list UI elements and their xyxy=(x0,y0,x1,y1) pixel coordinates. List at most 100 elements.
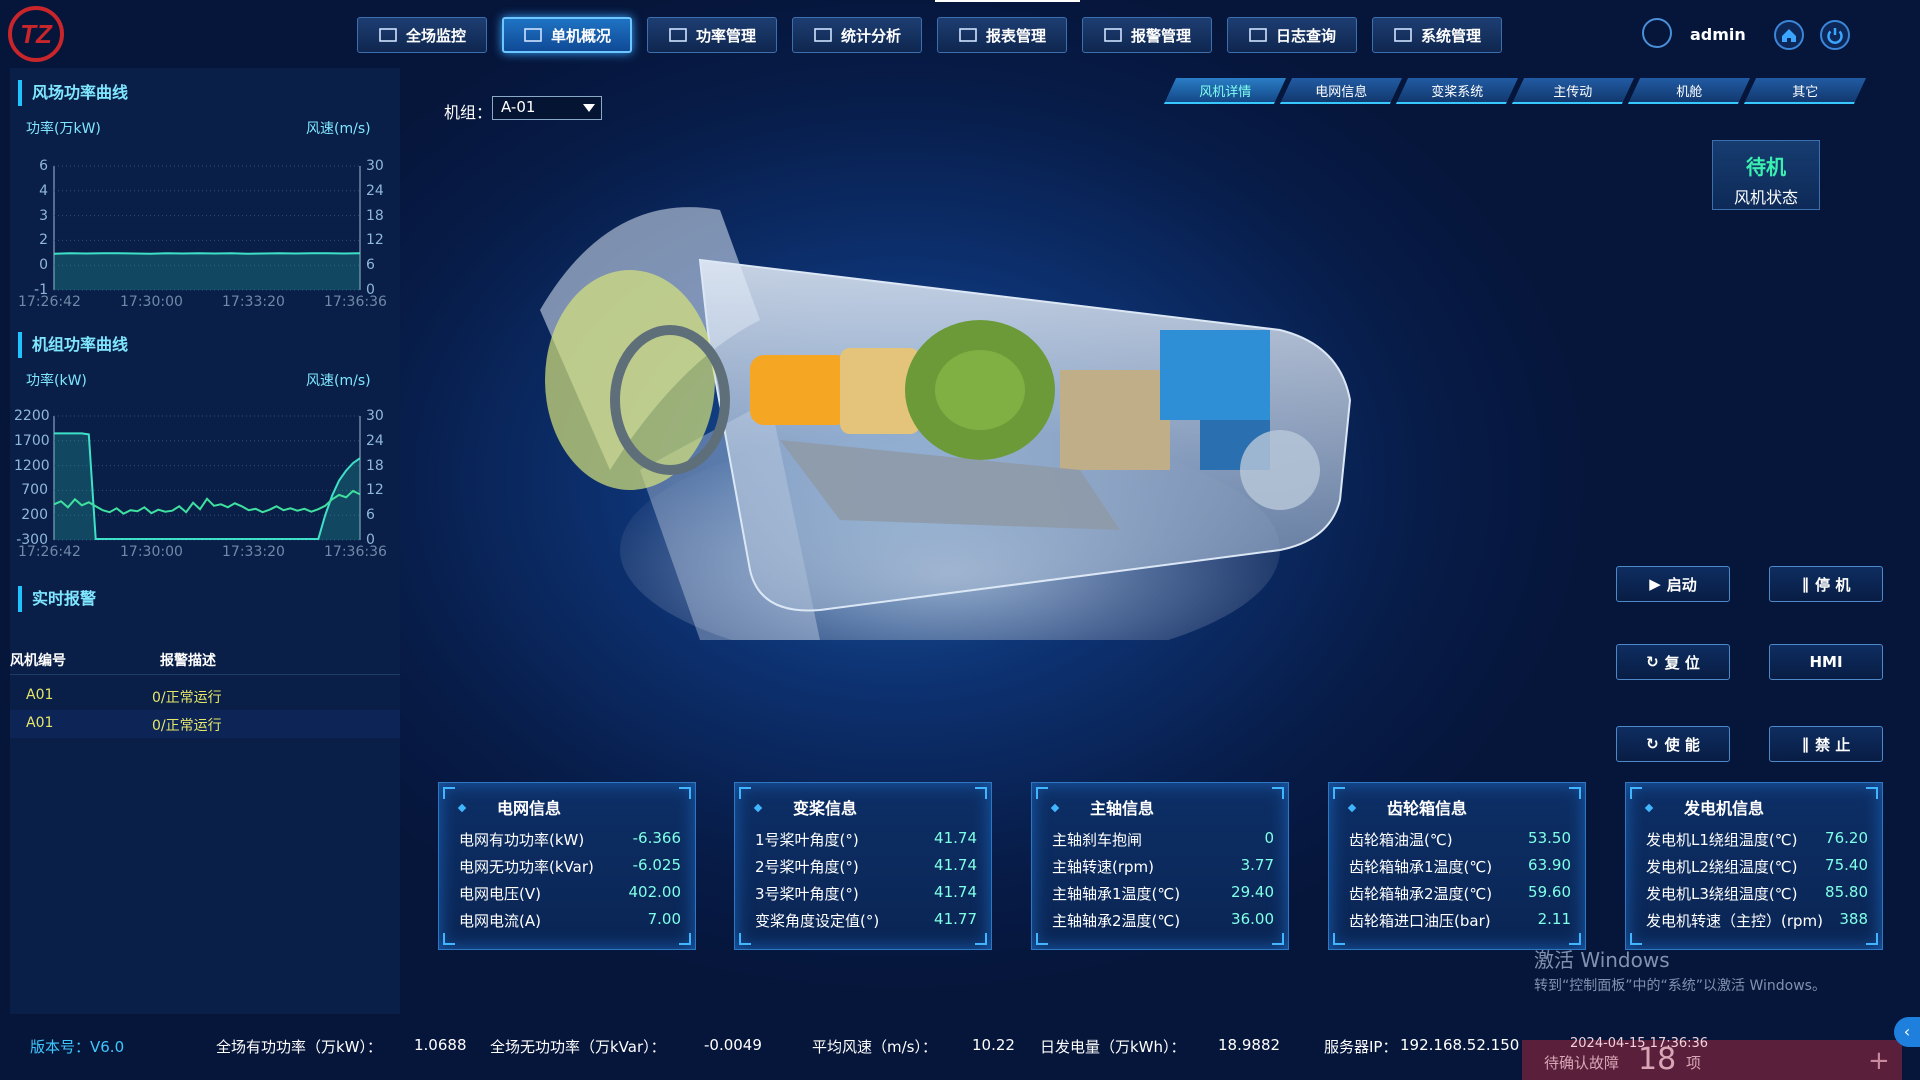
alarm-desc: 0/正常运行 xyxy=(152,690,222,706)
card-row-label: 齿轮箱轴承1温度(℃) xyxy=(1349,858,1493,876)
nav-6[interactable]: 日志查询 xyxy=(1227,17,1357,53)
card-row-value: 75.40 xyxy=(1825,856,1868,874)
unit-y2-label: 风速(m/s) xyxy=(306,373,371,389)
card-row: 齿轮箱轴承2温度(℃) 59.60 xyxy=(1349,883,1571,905)
tab-2[interactable]: 变桨系统 xyxy=(1395,78,1519,104)
unit-label: 机组： xyxy=(444,103,493,122)
farm-y2-label: 风速(m/s) xyxy=(306,121,371,137)
card-row-label: 齿轮箱进口油压(bar) xyxy=(1349,912,1491,930)
card-row-label: 2号桨叶角度(°) xyxy=(755,858,859,876)
nav-1[interactable]: 单机概况 xyxy=(502,17,632,53)
card-row: 2号桨叶角度(°) 41.74 xyxy=(755,856,977,878)
diamond-icon xyxy=(1644,803,1654,813)
monitor-icon xyxy=(378,27,398,43)
card-row-value: 63.90 xyxy=(1528,856,1571,874)
series-area xyxy=(54,433,360,540)
card-row-value: 3.77 xyxy=(1240,856,1274,874)
farm-y-label: 功率(万kW) xyxy=(26,121,101,137)
card-row: 主轴轴承2温度(℃) 36.00 xyxy=(1052,910,1274,932)
user-name: admin xyxy=(1690,25,1746,44)
enable-button[interactable]: ↻ 使 能 xyxy=(1616,726,1730,762)
card-row-label: 齿轮箱油温(℃) xyxy=(1349,831,1453,849)
nav-3[interactable]: 统计分析 xyxy=(792,17,922,53)
card-row-value: 29.40 xyxy=(1231,883,1274,901)
alarm-row[interactable]: A01 0/正常运行 xyxy=(10,710,400,738)
tab-4[interactable]: 机舱 xyxy=(1627,78,1751,104)
tab-1[interactable]: 电网信息 xyxy=(1279,78,1403,104)
diamond-icon xyxy=(1050,803,1060,813)
series-line xyxy=(54,432,361,540)
power-off-icon[interactable] xyxy=(1820,20,1850,50)
log-icon xyxy=(1248,27,1268,43)
main-nav: 全场监控 单机概况 功率管理 统计分析 报表管理 报警管理 日志查询 系统管理 xyxy=(357,17,1502,53)
card-row-label: 1号桨叶角度(°) xyxy=(755,831,859,849)
stop-button[interactable]: ‖ 停 机 xyxy=(1769,566,1883,602)
start-button[interactable]: ▶ 启动 xyxy=(1616,566,1730,602)
info-card-0: 电网信息 电网有功功率(kW) -6.366 电网无功功率(kVar) -6.025 电网… xyxy=(438,782,696,950)
alarm-title: 实时报警 xyxy=(18,586,96,612)
user-icon[interactable] xyxy=(1642,18,1672,48)
card-row: 3号桨叶角度(°) 41.74 xyxy=(755,883,977,905)
nav-4[interactable]: 报表管理 xyxy=(937,17,1067,53)
alarm-id: A01 xyxy=(26,715,54,731)
active-power-value: 1.0688 xyxy=(414,1036,467,1054)
nav-2[interactable]: 功率管理 xyxy=(647,17,777,53)
card-row-value: 41.77 xyxy=(934,910,977,928)
nav-7[interactable]: 系统管理 xyxy=(1372,17,1502,53)
diamond-icon xyxy=(753,803,763,813)
tab-5[interactable]: 其它 xyxy=(1743,78,1867,104)
series-line xyxy=(53,489,361,515)
card-row-value: 53.50 xyxy=(1528,829,1571,847)
reactive-power-value: -0.0049 xyxy=(704,1036,762,1054)
card-row-label: 电网有功功率(kW) xyxy=(459,831,585,849)
forbid-button[interactable]: ‖ 禁 止 xyxy=(1769,726,1883,762)
reset-button[interactable]: ↻ 复 位 xyxy=(1616,644,1730,680)
card-row-value: 41.74 xyxy=(934,829,977,847)
turbine-status-box: 待机 风机状态 xyxy=(1712,140,1820,210)
hmi-button[interactable]: HMI xyxy=(1769,644,1883,680)
clipboard-icon xyxy=(958,27,978,43)
card-row-value: -6.025 xyxy=(632,856,681,874)
alarm-id: A01 xyxy=(26,687,54,703)
chevron-down-icon xyxy=(583,104,595,112)
detail-tabs: 风机详情 电网信息 变桨系统 主传动 机舱 其它 xyxy=(1163,78,1867,104)
info-card-1: 变桨信息 1号桨叶角度(°) 41.74 2号桨叶角度(°) 41.74 3号桨叶角度(°… xyxy=(734,782,992,950)
datetime: 2024-04-15 17:36:36 xyxy=(1570,1036,1709,1051)
card-row-label: 发电机L2绕组温度(℃) xyxy=(1646,858,1798,876)
tab-0[interactable]: 风机详情 xyxy=(1163,78,1287,104)
grid-icon xyxy=(523,27,543,43)
card-row-value: 402.00 xyxy=(628,883,682,901)
wind-value: 10.22 xyxy=(972,1036,1015,1054)
tab-3[interactable]: 主传动 xyxy=(1511,78,1635,104)
windows-watermark: 激活 Windows 转到“控制面板”中的“系统”以激活 Windows。 xyxy=(1534,948,1826,994)
info-card-2: 主轴信息 主轴刹车抱闸 0 主轴转速(rpm) 3.77 主轴轴承1温度(℃) 29.40 主… xyxy=(1031,782,1289,950)
nav-5[interactable]: 报警管理 xyxy=(1082,17,1212,53)
alarm-col-desc: 报警描述 xyxy=(160,653,216,669)
card-row: 齿轮箱进口油压(bar) 2.11 xyxy=(1349,910,1571,932)
series-line xyxy=(53,252,361,255)
card-row: 1号桨叶角度(°) 41.74 xyxy=(755,829,977,851)
card-row: 电网无功功率(kVar) -6.025 xyxy=(459,856,681,878)
top-indicator xyxy=(935,0,1080,2)
series-area xyxy=(54,253,360,290)
card-title: 齿轮箱信息 xyxy=(1387,799,1468,818)
card-row-label: 主轴刹车抱闸 xyxy=(1052,831,1143,849)
card-row-label: 电网电压(V) xyxy=(459,885,541,903)
card-row-value: 36.00 xyxy=(1231,910,1274,928)
card-row: 主轴转速(rpm) 3.77 xyxy=(1052,856,1274,878)
card-row-value: 85.80 xyxy=(1825,883,1868,901)
card-row-value: 41.74 xyxy=(934,856,977,874)
card-title: 变桨信息 xyxy=(793,799,858,818)
diamond-icon xyxy=(457,803,467,813)
card-row-label: 3号桨叶角度(°) xyxy=(755,885,859,903)
home-icon[interactable] xyxy=(1774,20,1804,50)
card-row: 发电机转速（主控）(rpm) 388 xyxy=(1646,910,1868,932)
card-row-value: -6.366 xyxy=(632,829,681,847)
nav-0[interactable]: 全场监控 xyxy=(357,17,487,53)
card-row: 主轴轴承1温度(℃) 29.40 xyxy=(1052,883,1274,905)
alarm-row[interactable]: A01 0/正常运行 xyxy=(10,682,400,710)
card-row-label: 变桨角度设定值(°) xyxy=(755,912,880,930)
unit-select[interactable]: A-01 xyxy=(492,96,602,120)
info-card-3: 齿轮箱信息齿轮箱油温(℃) 53.50 齿轮箱轴承1温度(℃) 63.90 齿轮箱轴承2… xyxy=(1328,782,1586,950)
pause-icon: ‖ xyxy=(1801,735,1810,753)
